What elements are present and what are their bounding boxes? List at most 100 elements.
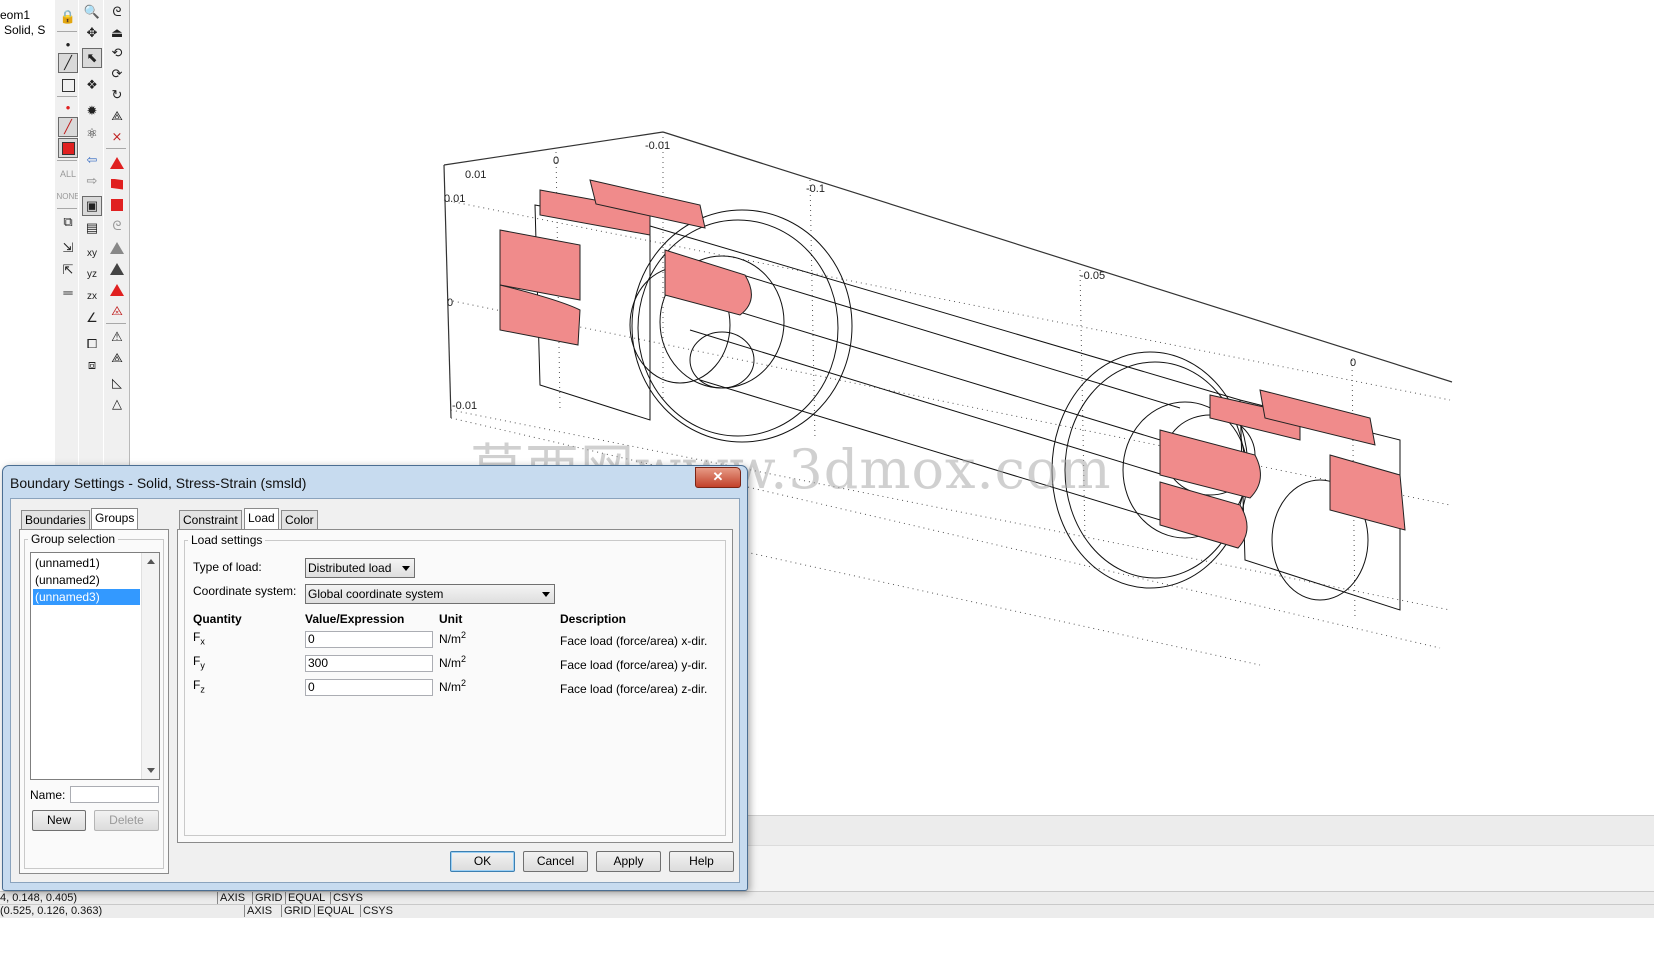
revolve-icon[interactable]: ⟳ <box>107 64 127 84</box>
list-item[interactable]: (unnamed2) <box>33 572 102 588</box>
type-of-load-select[interactable]: Distributed load <box>305 558 415 578</box>
zoom-extents-icon[interactable]: ⧠ <box>82 334 102 354</box>
pan-icon[interactable]: ✥ <box>82 23 102 43</box>
headlight-icon[interactable]: ✹ <box>82 101 102 121</box>
type-of-load-label: Type of load: <box>193 560 262 574</box>
status-bar-2: (0.525, 0.126, 0.363) AXIS GRID EQUAL CS… <box>0 904 1654 918</box>
toolbar-view: 🔍 ✥ ⬉ ❖ ✹ ⚛ ⇦ ⇨ ▣ ▤ xy yz zx ∠ ⧠ ⧈ <box>78 0 104 490</box>
status-grid[interactable]: GRID <box>252 892 283 904</box>
spiral-gray-icon[interactable]: ᘓ <box>107 216 127 236</box>
house-gray-icon[interactable] <box>107 238 127 258</box>
status-equal[interactable]: EQUAL <box>285 892 325 904</box>
fy-value-field[interactable]: 300 <box>305 655 433 672</box>
canvas-lower-area <box>740 815 1654 846</box>
name-label: Name: <box>30 788 66 802</box>
status-axis[interactable]: AXIS <box>217 892 245 904</box>
tree-item-solid[interactable]: Solid, S <box>4 23 45 37</box>
refine-icon[interactable]: ⟁ <box>107 348 127 368</box>
groups-panel: Group selection (unnamed1) (unnamed2) (u… <box>19 529 169 874</box>
suppress-icon[interactable]: ⧉ <box>58 212 78 232</box>
eject-icon[interactable]: ⏏ <box>107 23 127 43</box>
zoom-selection-icon[interactable]: ⧈ <box>82 355 102 375</box>
tab-groups[interactable]: Groups <box>91 508 139 530</box>
plot-param-icon[interactable]: △ <box>107 394 127 414</box>
list-scrollbar[interactable] <box>141 553 159 779</box>
square-red-icon[interactable] <box>107 195 127 215</box>
toolbar-selection: 🔒 • ╱ • ╱ ALL NONE ⧉ ⇲ ⇱ ═ <box>54 0 80 490</box>
triangle-gray-icon[interactable] <box>107 259 127 279</box>
tab-boundaries[interactable]: Boundaries <box>21 510 90 530</box>
new-button[interactable]: New <box>32 810 86 831</box>
transparency-icon[interactable]: ⚛ <box>82 124 102 144</box>
delete-button[interactable]: Delete <box>94 810 159 831</box>
select-all-icon[interactable]: ALL <box>58 164 78 184</box>
warning-icon[interactable]: ⚠ <box>107 327 127 347</box>
zoom-icon[interactable]: 🔍 <box>82 2 102 22</box>
tab-load[interactable]: Load <box>244 508 279 530</box>
sweep-icon[interactable]: ↻ <box>107 85 127 105</box>
scroll-down-icon[interactable] <box>147 768 155 773</box>
scroll-up-icon[interactable] <box>147 559 155 564</box>
tree-item-geom[interactable]: eom1 <box>0 8 30 22</box>
axis-tick-label: 0 <box>553 155 559 167</box>
point-mode-icon[interactable]: • <box>58 34 78 54</box>
view-3d-icon[interactable]: ∠ <box>82 308 102 328</box>
status-csys[interactable]: CSYS <box>360 905 393 917</box>
view-xy-icon[interactable]: xy <box>82 243 102 263</box>
export-icon[interactable]: ⇲ <box>58 238 78 258</box>
plot-icon[interactable]: ◺ <box>107 373 127 393</box>
help-button[interactable]: Help <box>669 851 734 872</box>
dialog-title: Boundary Settings - Solid, Stress-Strain… <box>10 475 307 491</box>
fz-unit: N/m2 <box>439 678 467 694</box>
axis-tick-label: 0 <box>447 297 453 309</box>
boundary-select-icon[interactable] <box>58 138 78 158</box>
quantity-fz: Fz <box>193 678 205 695</box>
list-item[interactable]: (unnamed1) <box>33 555 102 571</box>
status-equal[interactable]: EQUAL <box>314 905 354 917</box>
fx-value-field[interactable]: 0 <box>305 631 433 648</box>
wireframe-icon[interactable]: ▣ <box>82 196 102 216</box>
solve-red-icon[interactable] <box>107 280 127 300</box>
edge-mode-icon[interactable]: ╱ <box>58 53 78 73</box>
cancel-button[interactable]: Cancel <box>523 851 588 872</box>
face-mode-icon[interactable] <box>58 75 78 95</box>
group-selection-title: Group selection <box>28 532 119 546</box>
ok-button[interactable]: OK <box>450 851 515 872</box>
select-none-icon[interactable]: NONE <box>56 186 79 206</box>
apply-button[interactable]: Apply <box>596 851 661 872</box>
edge-select-icon[interactable]: ╱ <box>58 117 78 137</box>
mesh-red-icon[interactable]: ⨯ <box>107 127 127 147</box>
fx-unit: N/m2 <box>439 630 467 646</box>
coordinate-system-select[interactable]: Global coordinate system <box>305 584 555 604</box>
view-yz-icon[interactable]: yz <box>82 264 102 284</box>
list-item-selected[interactable]: (unnamed3) <box>33 589 140 605</box>
tab-color[interactable]: Color <box>281 510 318 530</box>
close-button[interactable]: ✕ <box>695 467 741 488</box>
mesh-icon[interactable]: ⟁ <box>107 106 127 126</box>
scene-light-icon[interactable]: ❖ <box>82 75 102 95</box>
point-select-icon[interactable]: • <box>58 97 78 117</box>
tab-constraint[interactable]: Constraint <box>179 510 242 530</box>
flag-red-icon[interactable] <box>107 174 127 194</box>
view-zx-icon[interactable]: zx <box>82 286 102 306</box>
forward-arrow-icon[interactable]: ⇨ <box>82 171 102 191</box>
name-field[interactable] <box>70 786 159 803</box>
measure-icon[interactable]: ═ <box>58 282 78 302</box>
import-icon[interactable]: ⇱ <box>58 260 78 280</box>
status-csys[interactable]: CSYS <box>330 892 363 904</box>
rotate-icon[interactable]: ⟲ <box>107 43 127 63</box>
spiral-icon[interactable]: ᘓ <box>107 2 127 22</box>
triangle-red-icon[interactable] <box>107 153 127 173</box>
mesh-x-icon[interactable]: ⨻ <box>107 301 127 321</box>
status-axis[interactable]: AXIS <box>244 905 272 917</box>
lock-icon[interactable]: 🔒 <box>58 7 78 27</box>
render-icon[interactable]: ▤ <box>82 218 102 238</box>
back-arrow-icon[interactable]: ⇦ <box>82 150 102 170</box>
status-grid[interactable]: GRID <box>281 905 312 917</box>
select-pointer-icon[interactable]: ⬉ <box>82 48 102 68</box>
axis-tick-label: -0.05 <box>1080 270 1105 282</box>
dialog-body: Boundaries Groups Group selection (unnam… <box>10 498 740 883</box>
group-list[interactable]: (unnamed1) (unnamed2) (unnamed3) <box>30 552 160 780</box>
axis-tick-label: -0.01 <box>452 400 477 412</box>
fz-value-field[interactable]: 0 <box>305 679 433 696</box>
